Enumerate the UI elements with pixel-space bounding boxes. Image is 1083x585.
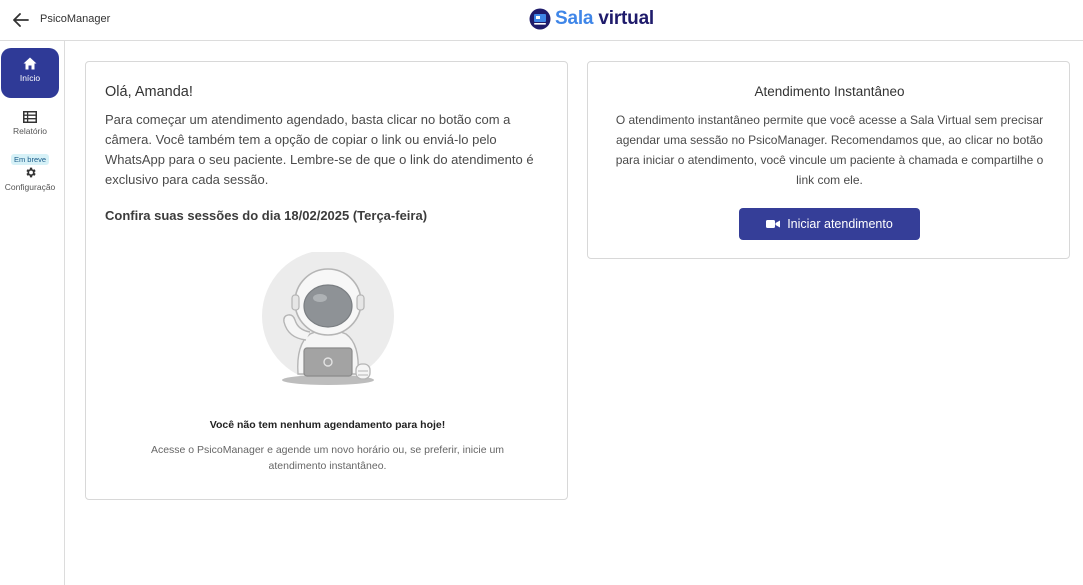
start-session-button-label: Iniciar atendimento [787,217,893,231]
home-icon [23,57,37,70]
start-session-button[interactable]: Iniciar atendimento [739,208,920,240]
empty-state-title: Você não tem nenhum agendamento para hoj… [209,419,446,431]
sessions-card: Olá, Amanda! Para começar um atendimento… [85,61,568,500]
instant-session-title: Atendimento Instantâneo [754,84,905,99]
sessions-date-heading: Confira suas sessões do dia 18/02/2025 (… [105,208,428,223]
top-bar: PsicoManager Sala virtual [0,0,1083,41]
sidebar-item-label: Configuração [4,182,56,192]
greeting-heading: Olá, Amanda! [105,84,193,100]
sidebar-item-relatorio[interactable]: Relatório [0,111,60,136]
sidebar-item-inicio[interactable]: Início [1,48,59,98]
brand-text-virtual: virtual [598,8,655,29]
sala-virtual-logo-icon [529,8,551,30]
intro-text: Para começar um atendimento agendado, ba… [105,112,534,187]
sidebar-item-label: Relatório [12,126,48,136]
sidebar-item-configuracao[interactable]: Em breve Configuração [0,154,60,192]
brand-text-sala: Sala [555,8,594,29]
video-camera-icon [766,220,781,228]
gear-icon [25,167,36,178]
app-name[interactable]: PsicoManager [40,13,110,25]
instant-session-card: Atendimento Instantâneo O atendimento in… [587,61,1070,259]
empty-state-description: Acesse o PsicoManager e agende um novo h… [150,444,505,472]
sidebar: Início Relatório Em breve Configuração [0,41,65,585]
coming-soon-badge: Em breve [10,154,50,165]
table-icon [23,111,37,123]
instant-session-description: O atendimento instantâneo permite que vo… [615,113,1044,187]
sidebar-item-label: Início [19,73,41,83]
back-arrow-icon[interactable] [10,9,32,31]
brand-logo: Sala virtual [529,8,654,30]
astronaut-illustration-icon [262,252,394,385]
